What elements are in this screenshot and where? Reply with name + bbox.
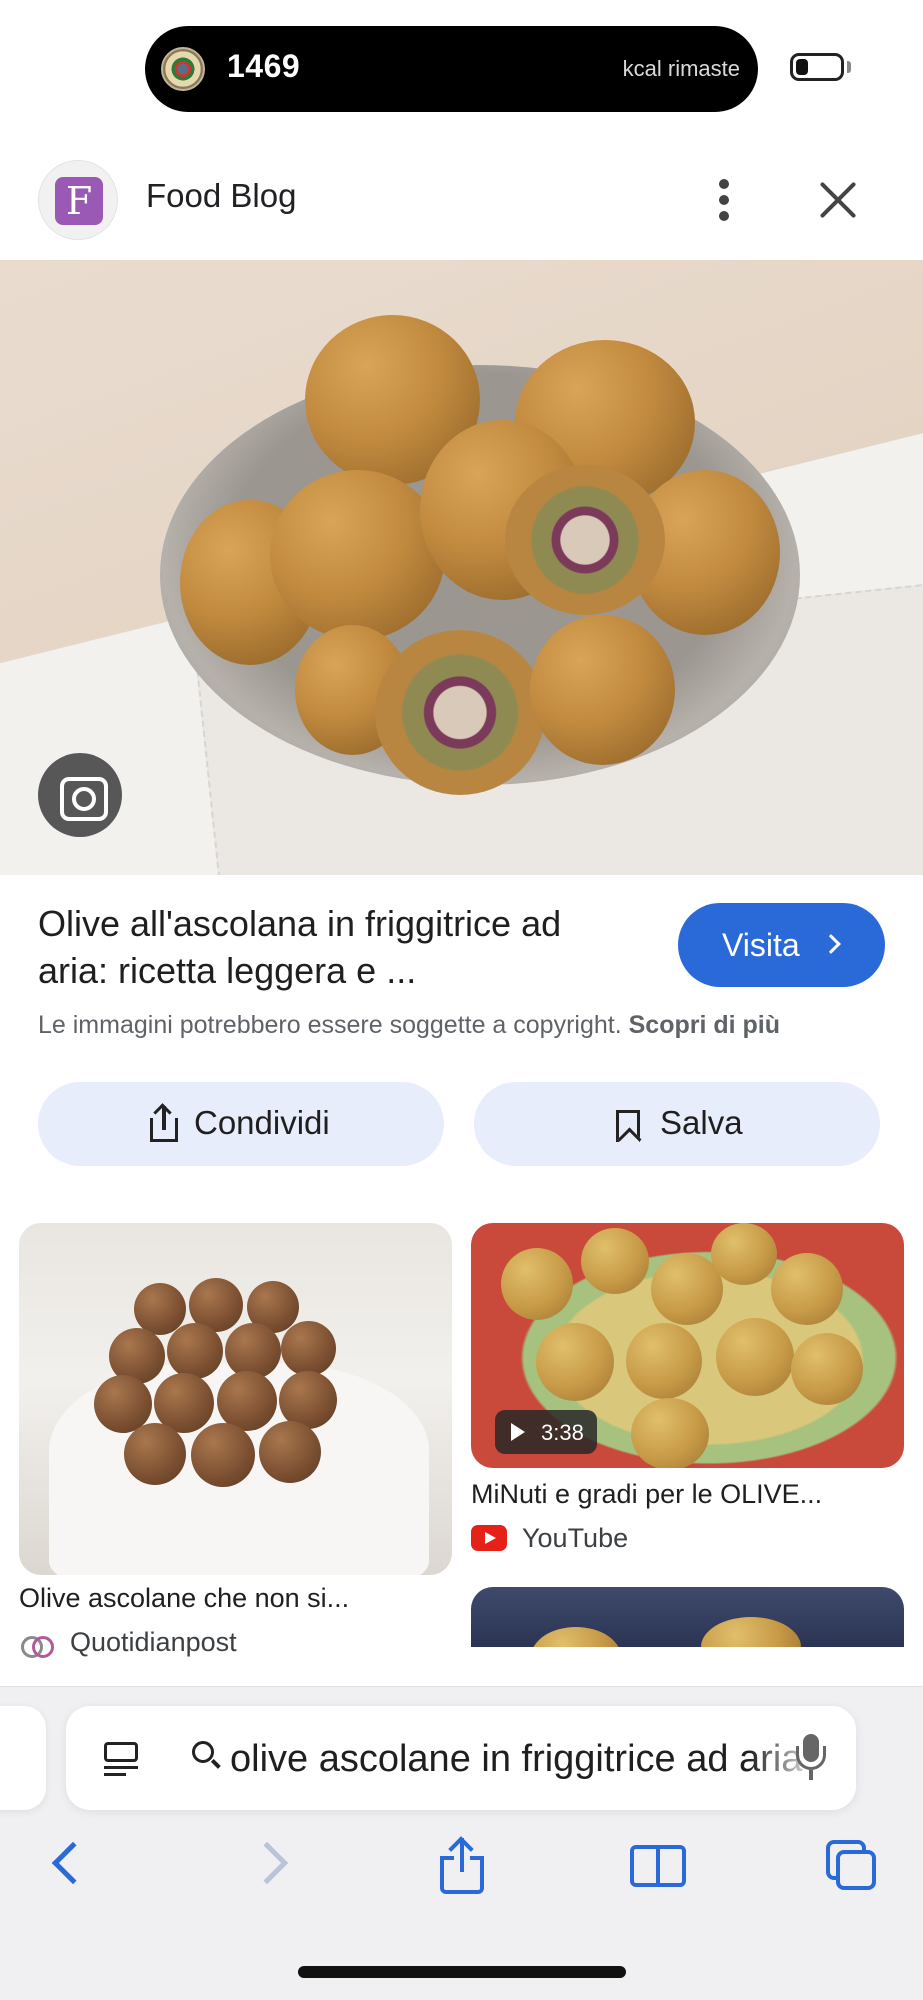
result-title-line1: Olive all'ascolana in friggitrice ad (38, 903, 562, 944)
kcal-remaining-label: kcal rimaste (622, 56, 740, 81)
main-result-image[interactable] (0, 260, 923, 875)
related-title-2[interactable]: MiNuti e gradi per le OLIVE... (471, 1479, 822, 1510)
close-icon[interactable] (810, 172, 866, 228)
battery-icon (790, 53, 844, 81)
related-image-1[interactable] (19, 1223, 452, 1575)
share-icon (150, 1103, 178, 1142)
related-image-3[interactable] (471, 1587, 904, 1647)
home-indicator[interactable] (298, 1966, 626, 1978)
bookmarks-icon[interactable] (630, 1845, 686, 1889)
related-source-1: Quotidianpost (70, 1627, 237, 1657)
address-bar[interactable]: olive ascolane in friggitrice ad aria (66, 1706, 856, 1810)
video-duration: 3:38 (541, 1420, 584, 1445)
result-title[interactable]: Olive all'ascolana in friggitrice ad ari… (38, 900, 638, 994)
youtube-icon (471, 1525, 507, 1551)
lens-icon[interactable] (38, 753, 122, 837)
site-favicon: F (38, 160, 118, 240)
share-button[interactable]: Condividi (38, 1082, 444, 1166)
play-icon (511, 1423, 525, 1441)
tabs-icon[interactable] (826, 1840, 878, 1892)
share-sheet-icon[interactable] (440, 1836, 484, 1894)
more-vert-icon[interactable] (700, 170, 750, 230)
search-icon (192, 1741, 214, 1763)
kcal-remaining-value: 1469 (227, 48, 301, 84)
related-source-2: YouTube (522, 1523, 629, 1553)
address-query[interactable]: olive ascolane in friggitrice ad aria (230, 1738, 820, 1781)
video-duration-badge: 3:38 (495, 1410, 597, 1454)
reader-icon[interactable] (104, 1742, 138, 1776)
share-button-label: Condividi (194, 1104, 330, 1141)
related-title-1[interactable]: Olive ascolane che non si... (19, 1583, 349, 1614)
bookmark-icon (616, 1110, 640, 1142)
quotidianpost-icon (21, 1632, 54, 1658)
visit-button[interactable]: Visita (678, 903, 885, 987)
app-avatar-icon (161, 47, 205, 91)
site-favicon-letter: F (55, 177, 103, 225)
visit-button-label: Visita (722, 927, 800, 963)
microphone-icon[interactable] (791, 1734, 831, 1784)
previous-tab-preview[interactable] (0, 1706, 46, 1810)
learn-more-link[interactable]: Scopri di più (629, 1011, 780, 1039)
save-button-label: Salva (660, 1104, 743, 1141)
battery-tip (847, 61, 851, 73)
chevron-right-icon (821, 934, 841, 954)
calorie-status-pill[interactable]: 1469 kcal rimaste (145, 26, 758, 112)
copyright-notice: Le immagini potrebbero essere soggette a… (38, 1011, 780, 1040)
copyright-text: Le immagini potrebbero essere soggette a… (38, 1011, 622, 1039)
site-name[interactable]: Food Blog (146, 177, 296, 215)
save-button[interactable]: Salva (474, 1082, 880, 1166)
result-title-line2: aria: ricetta leggera e ... (38, 950, 417, 991)
